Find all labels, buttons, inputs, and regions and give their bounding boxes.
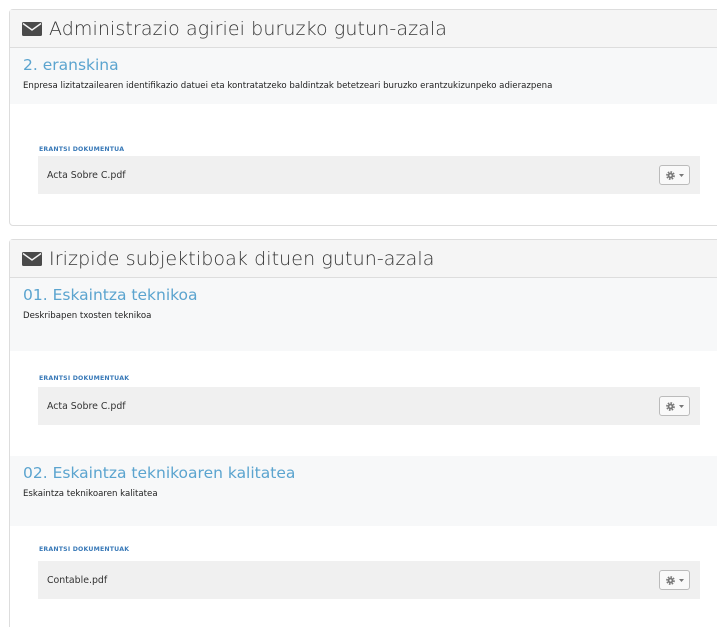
caret-down-icon [679,404,684,408]
file-row: Acta Sobre C.pdf [38,156,700,194]
envelope-panel-subjective-criteria: Irizpide subjektiboak dituen gutun-azala… [9,239,717,627]
file-actions-button[interactable] [659,396,690,416]
panel-title: Administrazio agiriei buruzko gutun-azal… [49,17,448,40]
caret-down-icon [679,578,684,582]
file-name[interactable]: Contable.pdf [47,575,107,586]
envelope-icon [22,21,42,36]
section-description: Enpresa lizitatzailearen identifikazio d… [23,81,553,91]
file-name[interactable]: Acta Sobre C.pdf [47,170,126,181]
file-row: Acta Sobre C.pdf [38,387,700,425]
file-actions-button[interactable] [659,570,690,590]
file-name[interactable]: Acta Sobre C.pdf [47,401,126,412]
section-title: 2. eranskina [23,56,119,74]
section-title: 01. Eskaintza teknikoa [23,286,198,304]
attach-documents-label: ERANTSI DOKUMENTUAK [39,375,130,382]
section-description: Deskribapen txosten teknikoa [23,311,152,321]
panel-heading: Administrazio agiriei buruzko gutun-azal… [10,10,717,48]
caret-down-icon [679,173,684,177]
attach-document-label: ERANTSI DOKUMENTUA [39,146,125,153]
section-title: 02. Eskaintza teknikoaren kalitatea [23,464,296,482]
file-row: Contable.pdf [38,561,700,599]
envelope-panel-administrative: Administrazio agiriei buruzko gutun-azal… [9,9,717,226]
attach-documents-label: ERANTSI DOKUMENTUAK [39,546,130,553]
gear-icon [666,575,675,585]
gear-icon [666,170,675,180]
envelope-icon [22,251,42,266]
section-annex-2: 2. eranskina Enpresa lizitatzailearen id… [10,48,717,104]
panel-heading: Irizpide subjektiboak dituen gutun-azala [10,240,717,278]
section-technical-quality: 02. Eskaintza teknikoaren kalitatea Eska… [10,456,717,526]
section-technical-offer: 01. Eskaintza teknikoa Deskribapen txost… [10,278,717,351]
panel-title: Irizpide subjektiboak dituen gutun-azala [49,247,435,270]
gear-icon [666,401,675,411]
section-description: Eskaintza teknikoaren kalitatea [23,489,158,499]
file-actions-button[interactable] [659,165,690,185]
